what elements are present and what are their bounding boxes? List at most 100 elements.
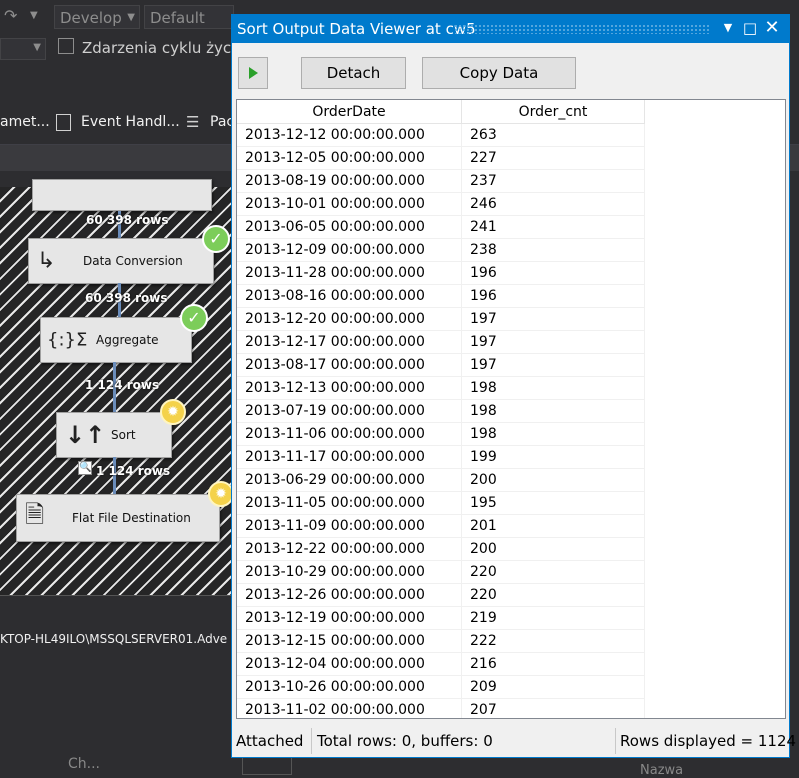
cell-order-cnt[interactable]: 246 bbox=[462, 193, 645, 216]
aggregate-node[interactable]: {:}Σ Aggregate bbox=[40, 317, 192, 363]
cell-orderdate[interactable]: 2013-11-09 00:00:00.000 bbox=[237, 515, 462, 538]
cell-order-cnt[interactable]: 237 bbox=[462, 170, 645, 193]
tab-event-handlers[interactable]: Event Handl... bbox=[81, 114, 180, 130]
cell-order-cnt[interactable]: 216 bbox=[462, 653, 645, 676]
cell-order-cnt[interactable]: 197 bbox=[462, 308, 645, 331]
cell-order-cnt[interactable]: 220 bbox=[462, 584, 645, 607]
column-header-order-cnt[interactable]: Order_cnt bbox=[462, 100, 645, 124]
cell-orderdate[interactable]: 2013-12-04 00:00:00.000 bbox=[237, 653, 462, 676]
solution-config-combo[interactable]: Develop ▼ bbox=[54, 5, 140, 29]
cell-orderdate[interactable]: 2013-11-02 00:00:00.000 bbox=[237, 699, 462, 718]
cell-order-cnt[interactable]: 241 bbox=[462, 216, 645, 239]
flat-file-destination-node[interactable]: 🗎 Flat File Destination bbox=[16, 494, 220, 542]
table-row[interactable]: 2013-11-05 00:00:00.000 195 bbox=[237, 492, 645, 515]
cell-orderdate[interactable]: 2013-12-15 00:00:00.000 bbox=[237, 630, 462, 653]
cell-order-cnt[interactable]: 200 bbox=[462, 538, 645, 561]
cell-order-cnt[interactable]: 238 bbox=[462, 239, 645, 262]
table-row[interactable]: 2013-12-19 00:00:00.000 219 bbox=[237, 607, 645, 630]
table-row[interactable]: 2013-12-22 00:00:00.000 200 bbox=[237, 538, 645, 561]
secondary-combo[interactable]: ▼ bbox=[0, 38, 46, 60]
table-row[interactable]: 2013-06-05 00:00:00.000 241 bbox=[237, 216, 645, 239]
table-row[interactable]: 2013-11-06 00:00:00.000 198 bbox=[237, 423, 645, 446]
maximize-icon[interactable]: □ bbox=[739, 19, 761, 37]
cell-orderdate[interactable]: 2013-12-12 00:00:00.000 bbox=[237, 124, 462, 147]
table-row[interactable]: 2013-11-02 00:00:00.000 207 bbox=[237, 699, 645, 718]
cell-orderdate[interactable]: 2013-08-19 00:00:00.000 bbox=[237, 170, 462, 193]
platform-combo[interactable]: Default bbox=[144, 5, 234, 29]
cell-orderdate[interactable]: 2013-06-29 00:00:00.000 bbox=[237, 469, 462, 492]
table-row[interactable]: 2013-10-29 00:00:00.000 220 bbox=[237, 561, 645, 584]
cell-orderdate[interactable]: 2013-12-09 00:00:00.000 bbox=[237, 239, 462, 262]
cell-order-cnt[interactable]: 197 bbox=[462, 331, 645, 354]
table-row[interactable]: 2013-07-19 00:00:00.000 198 bbox=[237, 400, 645, 423]
table-row[interactable]: 2013-06-29 00:00:00.000 200 bbox=[237, 469, 645, 492]
data-grid[interactable]: OrderDate Order_cnt 2013-12-12 00:00:00.… bbox=[236, 99, 786, 719]
cell-order-cnt[interactable]: 199 bbox=[462, 446, 645, 469]
copy-data-button[interactable]: Copy Data bbox=[422, 57, 576, 89]
cell-order-cnt[interactable]: 200 bbox=[462, 469, 645, 492]
cell-order-cnt[interactable]: 201 bbox=[462, 515, 645, 538]
cell-orderdate[interactable]: 2013-08-16 00:00:00.000 bbox=[237, 285, 462, 308]
table-row[interactable]: 2013-11-17 00:00:00.000 199 bbox=[237, 446, 645, 469]
data-conversion-node[interactable]: ↳ Data Conversion bbox=[28, 238, 214, 284]
table-row[interactable]: 2013-12-09 00:00:00.000 238 bbox=[237, 239, 645, 262]
cell-orderdate[interactable]: 2013-12-05 00:00:00.000 bbox=[237, 147, 462, 170]
table-row[interactable]: 2013-12-26 00:00:00.000 220 bbox=[237, 584, 645, 607]
cell-orderdate[interactable]: 2013-11-06 00:00:00.000 bbox=[237, 423, 462, 446]
cell-orderdate[interactable]: 2013-11-28 00:00:00.000 bbox=[237, 262, 462, 285]
cell-orderdate[interactable]: 2013-08-17 00:00:00.000 bbox=[237, 354, 462, 377]
data-viewer-icon[interactable]: 🔍 bbox=[78, 461, 92, 475]
column-header-orderdate[interactable]: OrderDate bbox=[237, 100, 462, 124]
cell-order-cnt[interactable]: 207 bbox=[462, 699, 645, 718]
window-menu-icon[interactable]: ▼ bbox=[717, 21, 739, 34]
cell-order-cnt[interactable]: 196 bbox=[462, 262, 645, 285]
cell-order-cnt[interactable]: 227 bbox=[462, 147, 645, 170]
table-row[interactable]: 2013-11-28 00:00:00.000 196 bbox=[237, 262, 645, 285]
redo-icon[interactable]: ↷ bbox=[4, 6, 17, 25]
cell-order-cnt[interactable]: 222 bbox=[462, 630, 645, 653]
cell-orderdate[interactable]: 2013-10-29 00:00:00.000 bbox=[237, 561, 462, 584]
bottom-tab-label[interactable]: Ch... bbox=[68, 756, 100, 772]
cell-orderdate[interactable]: 2013-10-01 00:00:00.000 bbox=[237, 193, 462, 216]
table-row[interactable]: 2013-10-26 00:00:00.000 209 bbox=[237, 676, 645, 699]
connection-manager-item[interactable]: KTOP-HL49ILO\MSSQLSERVER01.Adve bbox=[0, 632, 227, 646]
cell-orderdate[interactable]: 2013-12-13 00:00:00.000 bbox=[237, 377, 462, 400]
table-row[interactable]: 2013-10-01 00:00:00.000 246 bbox=[237, 193, 645, 216]
table-row[interactable]: 2013-12-20 00:00:00.000 197 bbox=[237, 308, 645, 331]
dataflow-canvas[interactable]: 60 398 rows ↳ Data Conversion ✓ 60 398 r… bbox=[0, 179, 234, 596]
redo-dropdown-icon[interactable]: ▼ bbox=[30, 10, 38, 21]
data-viewer-window[interactable]: Sort Output Data Viewer at cw5 ▼ □ ✕ Det… bbox=[231, 14, 796, 758]
cell-order-cnt[interactable]: 198 bbox=[462, 423, 645, 446]
cell-orderdate[interactable]: 2013-06-05 00:00:00.000 bbox=[237, 216, 462, 239]
cell-orderdate[interactable]: 2013-12-17 00:00:00.000 bbox=[237, 331, 462, 354]
continue-button[interactable] bbox=[238, 57, 268, 89]
cell-order-cnt[interactable]: 198 bbox=[462, 377, 645, 400]
cell-orderdate[interactable]: 2013-07-19 00:00:00.000 bbox=[237, 400, 462, 423]
cell-orderdate[interactable]: 2013-12-26 00:00:00.000 bbox=[237, 584, 462, 607]
cell-orderdate[interactable]: 2013-12-20 00:00:00.000 bbox=[237, 308, 462, 331]
data-viewer-titlebar[interactable]: Sort Output Data Viewer at cw5 ▼ □ ✕ bbox=[232, 15, 789, 43]
tab-parameters[interactable]: amet... bbox=[0, 114, 50, 130]
events-label[interactable]: Zdarzenia cyklu życia bbox=[82, 39, 245, 57]
cell-order-cnt[interactable]: 220 bbox=[462, 561, 645, 584]
cell-orderdate[interactable]: 2013-12-22 00:00:00.000 bbox=[237, 538, 462, 561]
table-row[interactable]: 2013-11-09 00:00:00.000 201 bbox=[237, 515, 645, 538]
table-row[interactable]: 2013-12-12 00:00:00.000 263 bbox=[237, 124, 645, 147]
cell-order-cnt[interactable]: 219 bbox=[462, 607, 645, 630]
cell-orderdate[interactable]: 2013-11-05 00:00:00.000 bbox=[237, 492, 462, 515]
detach-button[interactable]: Detach bbox=[301, 57, 406, 89]
cell-order-cnt[interactable]: 209 bbox=[462, 676, 645, 699]
cell-order-cnt[interactable]: 196 bbox=[462, 285, 645, 308]
cell-orderdate[interactable]: 2013-10-26 00:00:00.000 bbox=[237, 676, 462, 699]
table-row[interactable]: 2013-08-17 00:00:00.000 197 bbox=[237, 354, 645, 377]
table-row[interactable]: 2013-12-15 00:00:00.000 222 bbox=[237, 630, 645, 653]
source-node[interactable] bbox=[32, 179, 212, 211]
cell-order-cnt[interactable]: 197 bbox=[462, 354, 645, 377]
cell-order-cnt[interactable]: 195 bbox=[462, 492, 645, 515]
close-icon[interactable]: ✕ bbox=[761, 17, 783, 38]
cell-orderdate[interactable]: 2013-12-19 00:00:00.000 bbox=[237, 607, 462, 630]
bottom-combo[interactable] bbox=[242, 755, 292, 775]
table-row[interactable]: 2013-12-17 00:00:00.000 197 bbox=[237, 331, 645, 354]
table-row[interactable]: 2013-12-05 00:00:00.000 227 bbox=[237, 147, 645, 170]
table-row[interactable]: 2013-12-04 00:00:00.000 216 bbox=[237, 653, 645, 676]
